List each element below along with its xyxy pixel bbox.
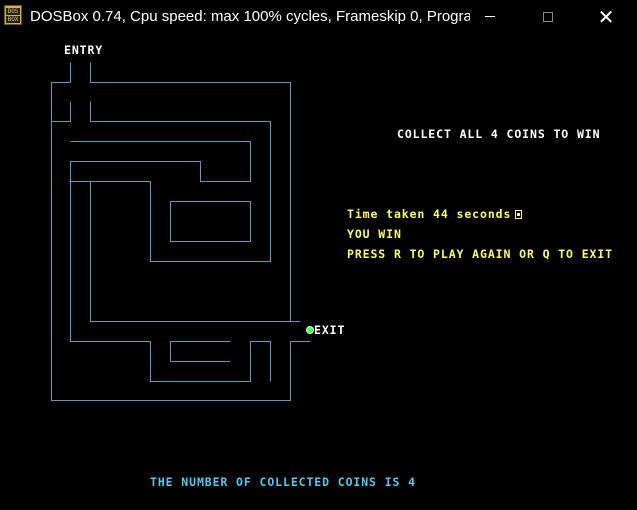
close-button[interactable]: ✕ bbox=[577, 0, 635, 33]
dosbox-window: DOS BOX DOSBox 0.74, Cpu speed: max 100%… bbox=[0, 0, 637, 510]
collected-coins-status: THE NUMBER OF COLLECTED COINS IS 4 bbox=[150, 475, 417, 489]
dosbox-app-icon-top: DOS bbox=[6, 8, 20, 15]
entry-label: ENTRY bbox=[64, 43, 104, 57]
maze-wall bbox=[90, 181, 291, 322]
maze-wall bbox=[90, 62, 291, 322]
dosbox-app-icon-bottom: BOX bbox=[6, 16, 20, 23]
maze-wall bbox=[170, 201, 251, 242]
player-marker-icon bbox=[306, 326, 314, 334]
maze-wall bbox=[51, 101, 71, 122]
maze-wall bbox=[170, 341, 231, 362]
play-again-prompt: PRESS R TO PLAY AGAIN OR Q TO EXIT bbox=[347, 247, 614, 261]
minimize-button[interactable] bbox=[461, 0, 519, 33]
maximize-button[interactable] bbox=[519, 0, 577, 33]
maze-wall bbox=[70, 141, 251, 182]
goal-message: COLLECT ALL 4 COINS TO WIN bbox=[397, 127, 601, 141]
game-screen[interactable]: ENTRY COLLECT ALL 4 COINS TO WIN Time ta… bbox=[0, 33, 637, 510]
text-cursor-icon bbox=[515, 210, 522, 219]
close-icon: ✕ bbox=[597, 4, 615, 29]
exit-label: EXIT bbox=[314, 323, 346, 337]
win-message: YOU WIN bbox=[347, 227, 402, 241]
maze bbox=[51, 62, 311, 401]
time-taken-text: Time taken 44 seconds bbox=[347, 207, 512, 221]
minimize-icon bbox=[485, 16, 495, 17]
maximize-icon bbox=[543, 11, 553, 22]
title-bar[interactable]: DOS BOX DOSBox 0.74, Cpu speed: max 100%… bbox=[0, 0, 637, 33]
dosbox-app-icon[interactable]: DOS BOX bbox=[4, 5, 22, 25]
window-title: DOSBox 0.74, Cpu speed: max 100% cycles,… bbox=[30, 8, 470, 25]
